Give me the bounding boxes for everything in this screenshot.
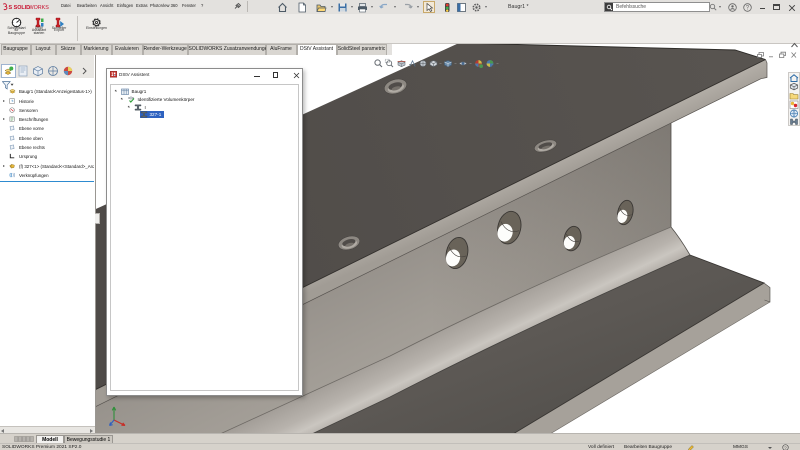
svg-text:?: ? bbox=[784, 446, 787, 450]
svg-text:WORKS: WORKS bbox=[29, 5, 50, 11]
svg-text:S SOLID: S SOLID bbox=[9, 5, 31, 11]
